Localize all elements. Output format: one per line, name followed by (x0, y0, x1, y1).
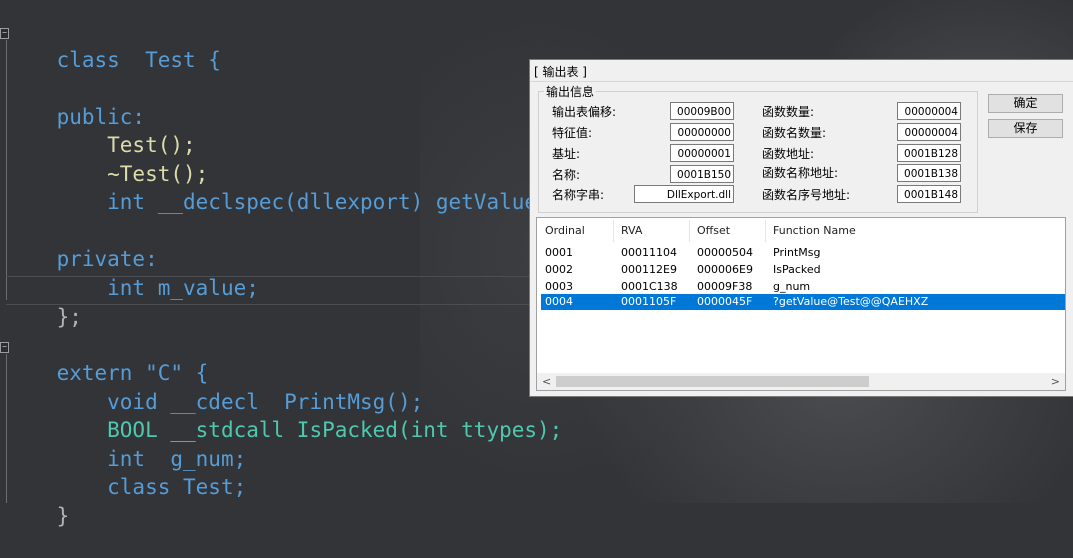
code-line[interactable]: int m_value; (6, 246, 259, 300)
base-field[interactable]: 00000001 (670, 144, 734, 162)
code-line[interactable]: class Test { (6, 18, 221, 72)
column-header-ordinal[interactable]: Ordinal (545, 224, 585, 237)
function-name-cell: IsPacked (773, 263, 821, 276)
offset-cell: 0000045F (697, 295, 753, 308)
code-line[interactable]: BOOL __stdcall IsPacked(int ttypes); (6, 388, 562, 442)
export-function-list[interactable]: Ordinal RVA Offset Function Name 0001 00… (536, 217, 1066, 391)
table-row-selected[interactable]: 0004 0001105F 0000045F ?getValue@Test@@Q… (541, 294, 1065, 310)
export-offset-label: 输出表偏移: (552, 105, 617, 119)
ok-button[interactable]: 确定 (988, 94, 1063, 113)
offset-cell: 000006E9 (697, 263, 753, 276)
characteristics-field[interactable]: 00000000 (670, 123, 734, 141)
name-address-label: 函数名称地址: (762, 166, 839, 180)
export-table-dialog[interactable]: [ 输出表 ] 输出信息 输出表偏移: 00009B00 特征值: 000000… (529, 59, 1073, 397)
code-line[interactable]: int __declspec(dllexport) getValue(); (6, 160, 575, 214)
name-string-field[interactable]: DllExport.dll (634, 185, 734, 203)
code-line[interactable]: }; (6, 275, 82, 329)
column-header-function-name[interactable]: Function Name (773, 224, 856, 237)
rva-cell: 000112E9 (621, 263, 677, 276)
column-divider[interactable] (689, 220, 690, 242)
base-label: 基址: (552, 147, 581, 161)
code-token: class Test { (56, 48, 221, 72)
chevron-right-icon[interactable]: > (1051, 373, 1060, 390)
name-label: 名称: (552, 168, 581, 182)
table-row[interactable]: 0002 000112E9 000006E9 IsPacked (541, 262, 1065, 278)
code-token: int m_value; (56, 276, 259, 300)
chevron-left-icon[interactable]: < (542, 373, 551, 390)
divider (530, 81, 1073, 82)
name-field[interactable]: 0001B150 (670, 165, 734, 183)
horizontal-scrollbar[interactable]: < > (537, 373, 1065, 390)
name-address-field[interactable]: 0001B138 (897, 164, 961, 182)
code-line[interactable]: void __cdecl PrintMsg(); (6, 360, 423, 414)
code-token: class Test; (56, 475, 247, 499)
function-count-field[interactable]: 00000004 (897, 102, 961, 120)
rva-cell: 0001C138 (621, 280, 678, 293)
rva-cell: 0001105F (621, 295, 677, 308)
code-token: int __declspec(dllexport) getValue(); (56, 190, 575, 214)
ordinal-cell: 0002 (545, 263, 573, 276)
column-header-offset[interactable]: Offset (697, 224, 730, 237)
save-button[interactable]: 保存 (988, 119, 1063, 138)
ordinal-cell: 0003 (545, 280, 573, 293)
code-token: } (56, 504, 70, 528)
offset-cell: 00009F38 (697, 280, 753, 293)
name-count-label: 函数名数量: (762, 126, 827, 140)
function-name-cell: g_num (773, 280, 811, 293)
column-divider[interactable] (613, 220, 614, 242)
group-label: 输出信息 (544, 83, 597, 100)
ordinal-cell: 0004 (545, 295, 573, 308)
scrollbar-thumb[interactable] (556, 376, 869, 387)
characteristics-label: 特征值: (552, 126, 593, 140)
code-line[interactable]: int g_num; (6, 417, 246, 471)
code-line[interactable]: extern "C" { (6, 331, 209, 385)
function-count-label: 函数数量: (762, 105, 815, 119)
code-line[interactable]: } (6, 474, 70, 528)
code-line[interactable]: Test(); (6, 103, 196, 157)
code-line[interactable]: public: (6, 75, 146, 129)
offset-cell: 00000504 (697, 246, 753, 259)
name-count-field[interactable]: 00000004 (897, 123, 961, 141)
ordinal-cell: 0001 (545, 246, 573, 259)
table-row[interactable]: 0001 00011104 00000504 PrintMsg (541, 245, 1065, 261)
code-line[interactable]: ~Test(); (6, 132, 208, 186)
export-offset-field[interactable]: 00009B00 (670, 102, 734, 120)
name-string-label: 名称字串: (552, 188, 605, 202)
function-address-field[interactable]: 0001B128 (897, 144, 961, 162)
function-address-label: 函数地址: (762, 147, 815, 161)
function-name-cell: PrintMsg (773, 246, 821, 259)
ordinal-address-field[interactable]: 0001B148 (897, 185, 961, 203)
function-name-cell: ?getValue@Test@@QAEHXZ (773, 295, 929, 308)
column-divider[interactable] (765, 220, 766, 242)
ordinal-address-label: 函数名序号地址: (762, 188, 851, 202)
table-row[interactable]: 0003 0001C138 00009F38 g_num (541, 279, 1065, 295)
code-line[interactable]: class Test; (6, 445, 246, 499)
code-token: }; (56, 305, 82, 329)
rva-cell: 00011104 (621, 246, 677, 259)
dialog-title: [ 输出表 ] (534, 65, 587, 79)
code-line[interactable]: private: (6, 217, 158, 271)
column-header-rva[interactable]: RVA (621, 224, 642, 237)
